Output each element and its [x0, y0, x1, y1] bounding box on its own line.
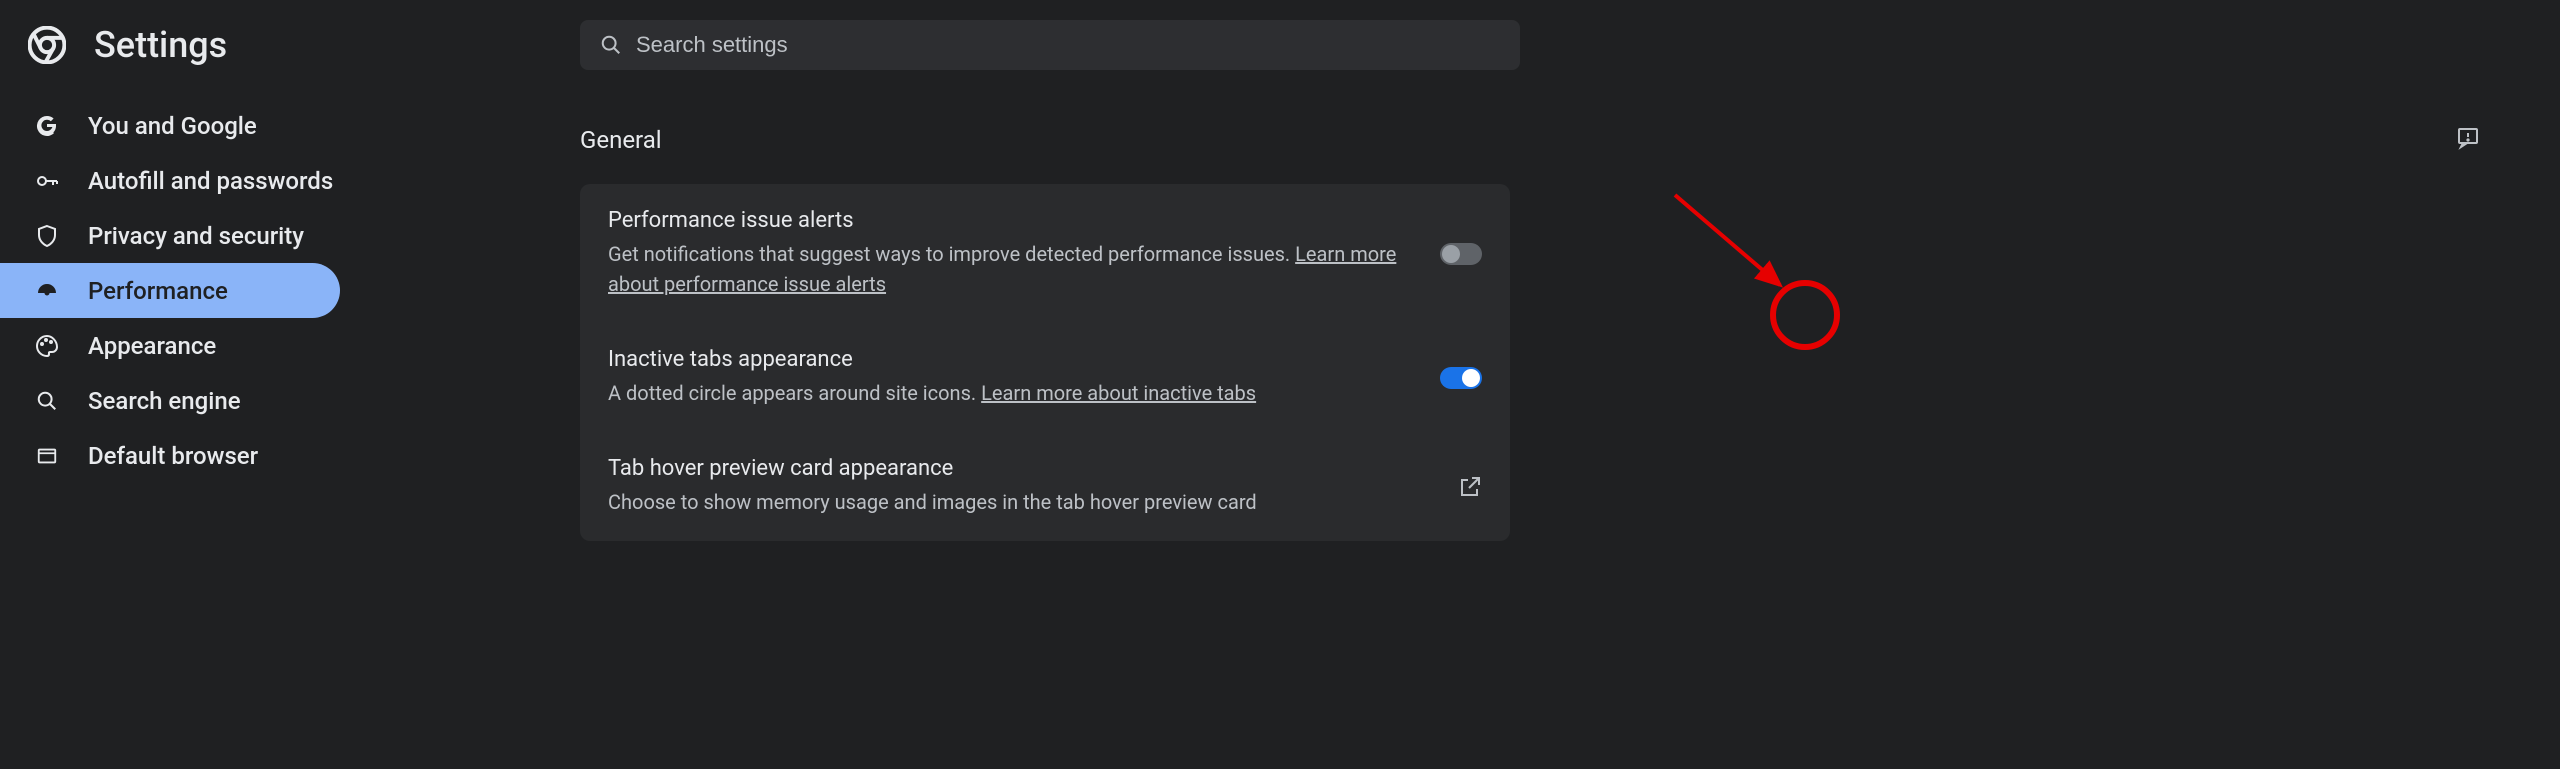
sidebar-item-performance[interactable]: Performance — [0, 263, 340, 318]
sidebar-item-label: Default browser — [88, 442, 258, 470]
search-settings[interactable] — [580, 20, 1520, 70]
search-input[interactable] — [636, 32, 1500, 58]
annotation-circle — [1770, 280, 1840, 350]
sidebar-item-label: Privacy and security — [88, 222, 304, 250]
setting-performance-issue-alerts: Performance issue alerts Get notificatio… — [580, 184, 1510, 323]
setting-title: Performance issue alerts — [608, 208, 1400, 233]
section-title: General — [580, 126, 2520, 154]
open-in-new-icon[interactable] — [1458, 475, 1482, 499]
sidebar-item-label: Performance — [88, 277, 228, 305]
sidebar-item-label: Autofill and passwords — [88, 167, 333, 195]
google-g-icon — [34, 113, 60, 139]
sidebar: You and Google Autofill and passwords Pr… — [0, 90, 340, 541]
sidebar-item-autofill[interactable]: Autofill and passwords — [0, 153, 340, 208]
main-panel: General Performance issue alerts Get not… — [340, 90, 2560, 541]
key-icon — [34, 168, 60, 194]
sidebar-item-default-browser[interactable]: Default browser — [0, 428, 340, 483]
setting-tab-hover-preview: Tab hover preview card appearance Choose… — [580, 432, 1510, 541]
shield-icon — [34, 223, 60, 249]
page-title: Settings — [94, 24, 227, 66]
sidebar-item-label: Search engine — [88, 387, 241, 415]
settings-card: Performance issue alerts Get notificatio… — [580, 184, 1510, 541]
learn-more-link[interactable]: Learn more about inactive tabs — [981, 381, 1256, 405]
setting-desc: Get notifications that suggest ways to i… — [608, 239, 1400, 299]
search-icon — [600, 34, 622, 56]
sidebar-item-label: You and Google — [88, 112, 257, 140]
sidebar-item-privacy[interactable]: Privacy and security — [0, 208, 340, 263]
sidebar-item-you-and-google[interactable]: You and Google — [0, 98, 340, 153]
sidebar-item-appearance[interactable]: Appearance — [0, 318, 340, 373]
toggle-inactive-tabs[interactable] — [1440, 367, 1482, 389]
feedback-icon[interactable] — [2456, 126, 2480, 150]
chrome-logo-icon — [28, 26, 66, 64]
speedometer-icon — [34, 278, 60, 304]
search-icon — [34, 388, 60, 414]
sidebar-item-search-engine[interactable]: Search engine — [0, 373, 340, 428]
toggle-performance-alerts[interactable] — [1440, 243, 1482, 265]
setting-desc: Choose to show memory usage and images i… — [608, 487, 1418, 517]
browser-window-icon — [34, 443, 60, 469]
palette-icon — [34, 333, 60, 359]
annotation-arrow — [1670, 190, 1800, 300]
setting-title: Inactive tabs appearance — [608, 347, 1400, 372]
setting-title: Tab hover preview card appearance — [608, 456, 1418, 481]
setting-desc: A dotted circle appears around site icon… — [608, 378, 1400, 408]
sidebar-item-label: Appearance — [88, 332, 216, 360]
setting-inactive-tabs: Inactive tabs appearance A dotted circle… — [580, 323, 1510, 432]
